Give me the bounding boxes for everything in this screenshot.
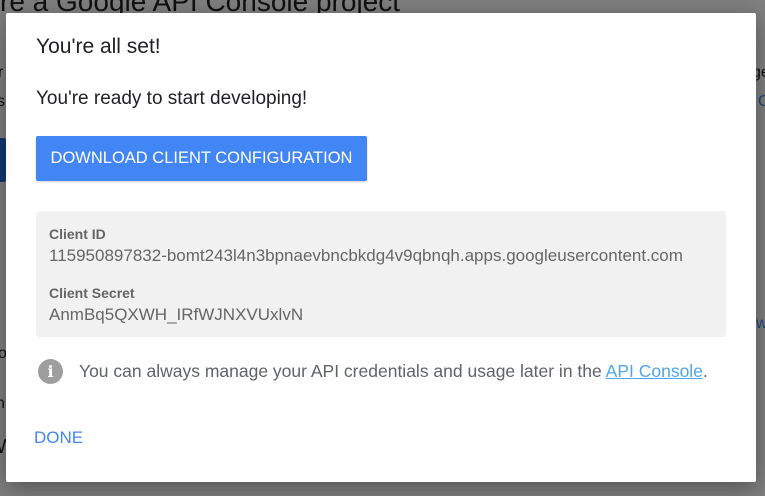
info-text-before: You can always manage your API credentia… <box>79 360 606 381</box>
client-secret-value: AnmBq5QXWH_IRfWJNXVUxlvN <box>49 305 304 324</box>
setup-complete-dialog: You're all set! You're ready to start de… <box>6 13 756 482</box>
dialog-subtitle: You're ready to start developing! <box>36 88 308 109</box>
info-text-after: . <box>702 360 708 381</box>
info-message: i You can always manage your API credent… <box>38 358 708 384</box>
credentials-box: Client ID 115950897832-bomt243l4n3bpnaev… <box>36 211 726 337</box>
info-text: You can always manage your API credentia… <box>79 361 708 382</box>
dialog-title: You're all set! <box>36 35 161 58</box>
done-button[interactable]: DONE <box>34 428 83 448</box>
info-icon: i <box>38 358 63 384</box>
api-console-link[interactable]: API Console <box>606 361 703 381</box>
download-client-configuration-button[interactable]: DOWNLOAD CLIENT CONFIGURATION <box>36 136 367 181</box>
client-id-label: Client ID <box>49 226 106 242</box>
client-id-value: 115950897832-bomt243l4n3bpnaevbncbkdg4v9… <box>49 246 683 265</box>
client-secret-label: Client Secret <box>49 285 135 301</box>
